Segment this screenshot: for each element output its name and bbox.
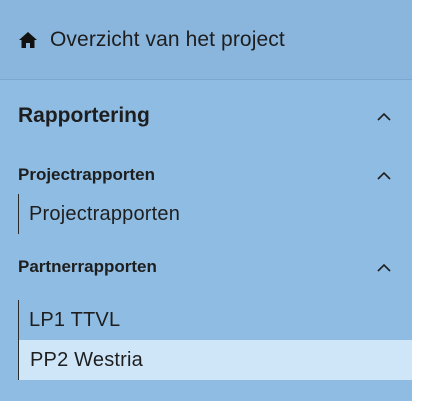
reporting-label: Rapportering — [18, 104, 150, 127]
partner-reports-items: LP1 TTVL PP2 Westria — [18, 300, 412, 380]
project-reports-items: Projectrapporten — [18, 194, 412, 234]
sidebar-item-pp2-westria[interactable]: PP2 Westria — [18, 340, 412, 380]
overview-link[interactable]: Overzicht van het project — [0, 0, 412, 80]
chevron-up-icon[interactable] — [374, 257, 394, 277]
chevron-up-icon[interactable] — [374, 106, 394, 126]
chevron-up-icon[interactable] — [374, 165, 394, 185]
home-icon — [18, 30, 38, 50]
sidebar-nav: Overzicht van het project Rapportering P… — [0, 0, 412, 401]
project-reports-group-label: Projectrapporten — [18, 165, 155, 184]
partner-reports-group-label: Partnerrapporten — [18, 257, 157, 276]
overview-label: Overzicht van het project — [50, 27, 285, 51]
sidebar-item-projectrapporten[interactable]: Projectrapporten — [19, 194, 412, 234]
sidebar-item-lp1-ttvl[interactable]: LP1 TTVL — [19, 300, 412, 340]
partner-reports-group-header[interactable]: Partnerrapporten — [0, 242, 412, 292]
reporting-section-header[interactable]: Rapportering — [0, 82, 412, 150]
project-reports-group-header[interactable]: Projectrapporten — [0, 150, 412, 200]
